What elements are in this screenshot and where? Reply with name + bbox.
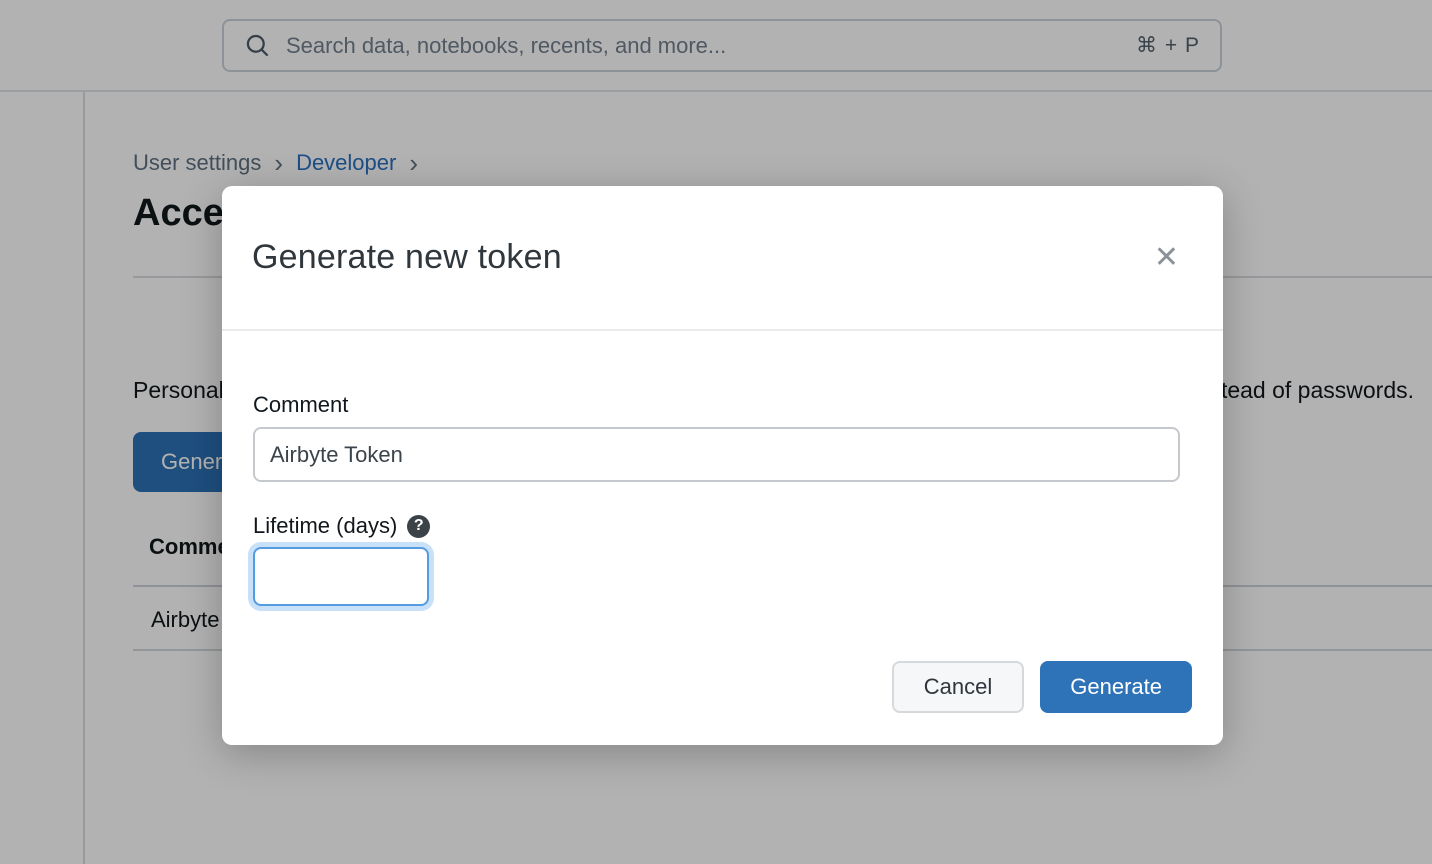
cancel-button[interactable]: Cancel [892,661,1024,713]
app-window: ⌘ + P User settings › Developer › Access… [0,0,1432,864]
dialog-header: Generate new token ✕ [222,186,1223,331]
generate-token-dialog: Generate new token ✕ Comment Lifetime (d… [222,186,1223,745]
generate-button[interactable]: Generate [1040,661,1192,713]
lifetime-input[interactable] [253,547,429,606]
comment-label: Comment [253,392,1180,418]
help-icon[interactable]: ? [407,515,430,538]
dialog-body: Comment Lifetime (days) ? [253,331,1180,606]
close-icon[interactable]: ✕ [1154,243,1179,273]
comment-input[interactable] [253,427,1180,482]
lifetime-label: Lifetime (days) [253,513,397,539]
dialog-title: Generate new token [252,238,562,277]
dialog-footer: Cancel Generate [222,661,1223,745]
lifetime-label-row: Lifetime (days) ? [253,513,1180,539]
